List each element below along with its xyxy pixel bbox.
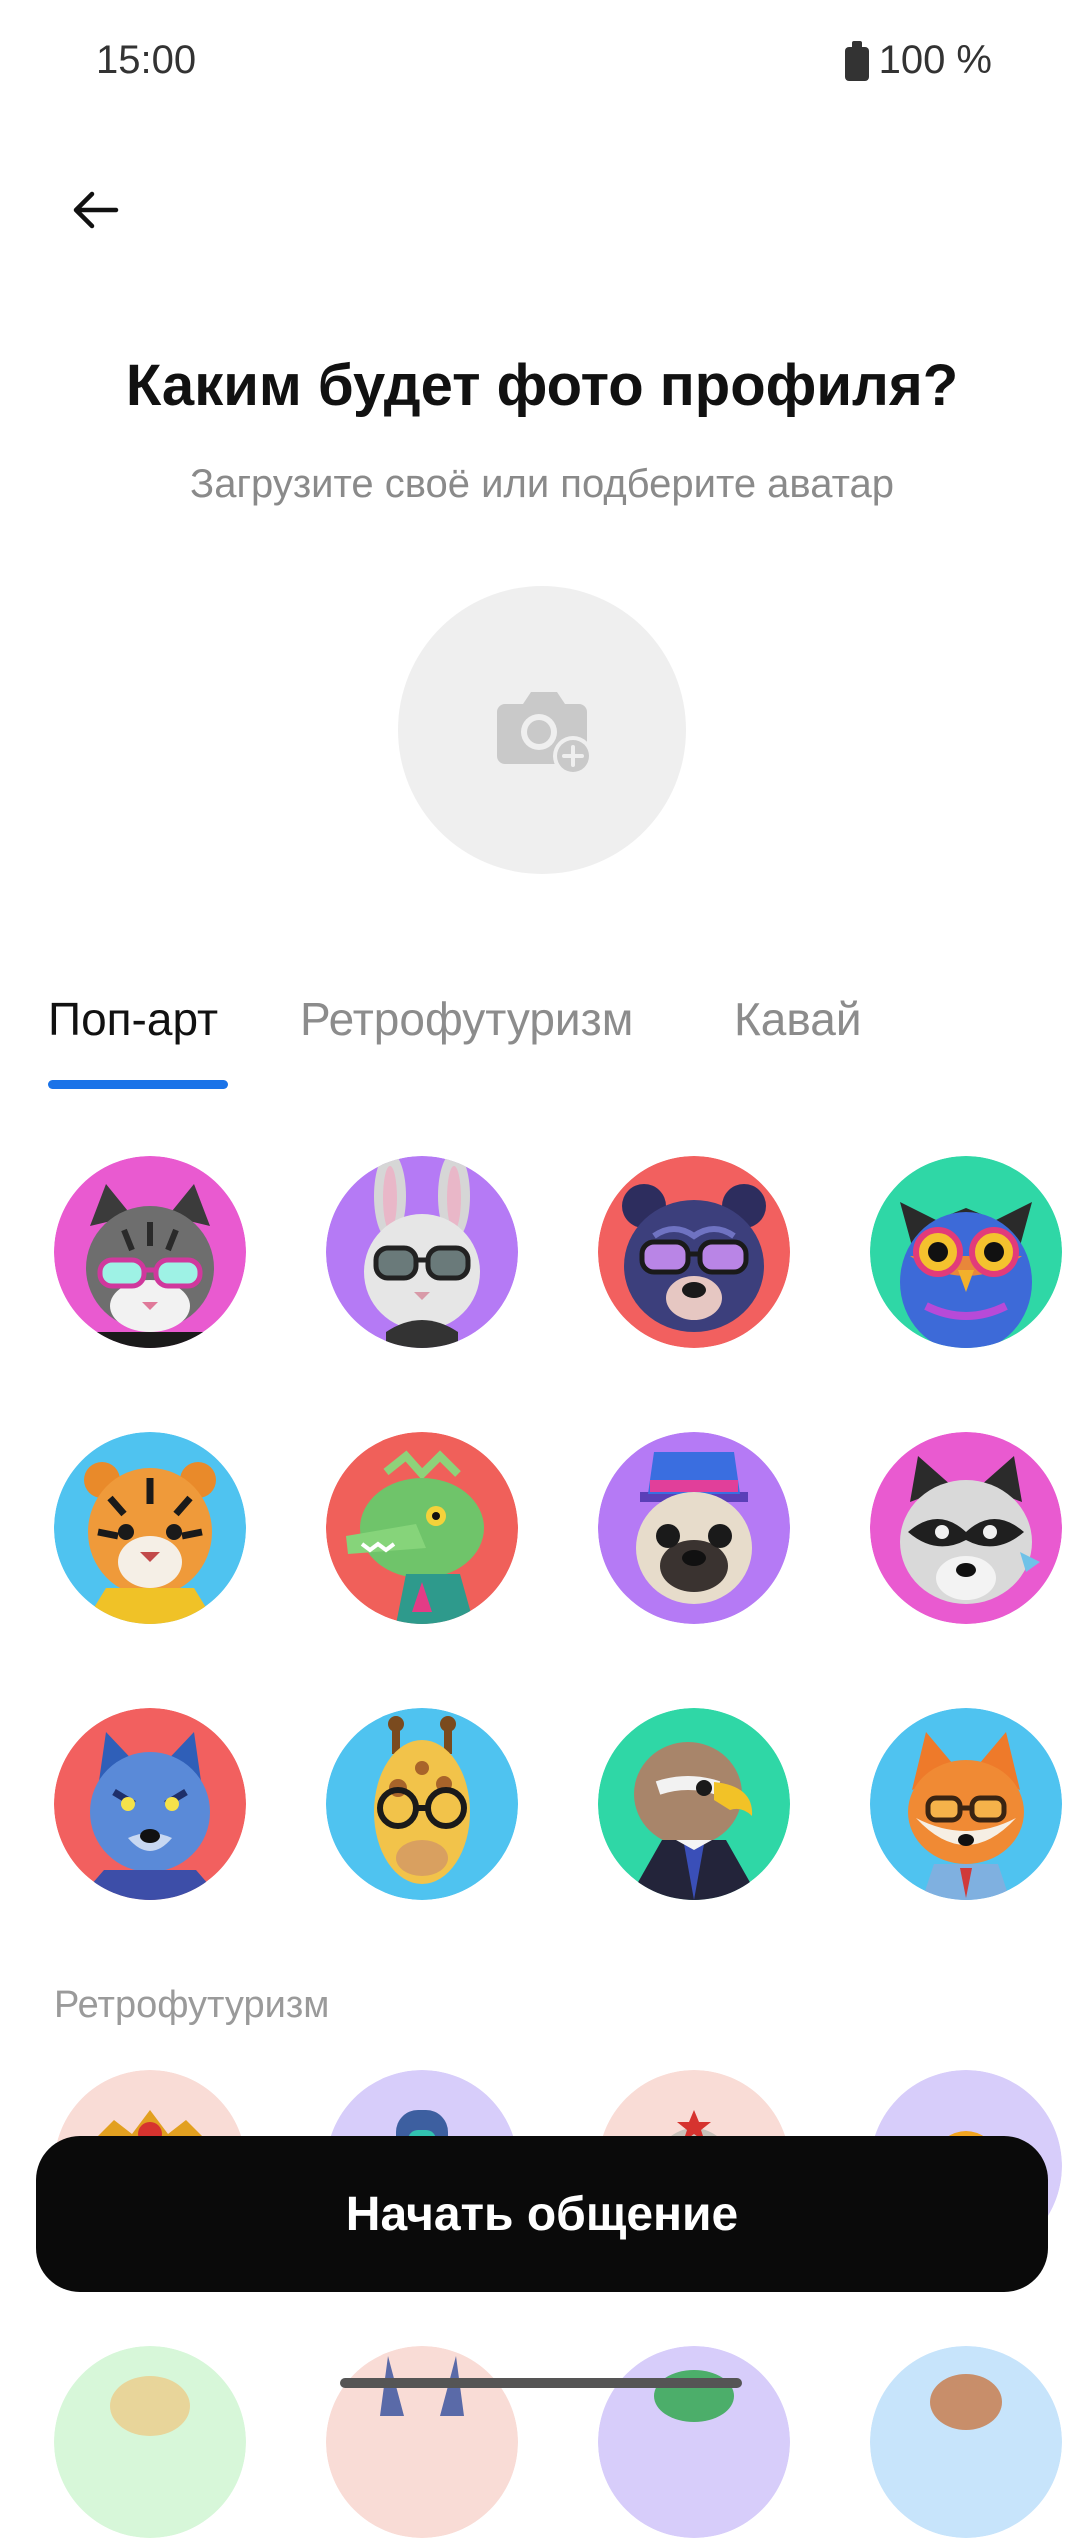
battery-icon <box>844 40 869 81</box>
avatar-retro-7[interactable] <box>598 2346 790 2538</box>
battery-level: 100 % <box>878 38 992 82</box>
section-retrofuturism-label: Ретрофутуризм <box>54 1984 330 2026</box>
active-tab-indicator <box>48 1080 228 1089</box>
arrow-left-icon <box>73 191 119 229</box>
avatar-retro-8[interactable] <box>870 2346 1062 2538</box>
back-button[interactable] <box>58 172 134 248</box>
tab-retrofuturism[interactable]: Ретрофутуризм <box>300 992 633 1046</box>
photo-upload-button[interactable] <box>398 586 686 874</box>
status-bar: 15:00 100 % <box>0 0 1084 130</box>
avatar-cat[interactable] <box>54 1156 246 1348</box>
avatar-eagle[interactable] <box>598 1708 790 1900</box>
avatar-retro-5[interactable] <box>54 2346 246 2538</box>
start-chat-button[interactable]: Начать общение <box>36 2136 1048 2292</box>
page-title: Каким будет фото профиля? <box>125 353 959 418</box>
home-indicator[interactable] <box>340 2378 742 2388</box>
avatar-owl[interactable] <box>870 1156 1062 1348</box>
tab-popart[interactable]: Поп-арт <box>48 992 218 1046</box>
avatar-pug[interactable] <box>598 1432 790 1624</box>
avatar-bear[interactable] <box>598 1156 790 1348</box>
avatar-retro-6[interactable] <box>326 2346 518 2538</box>
style-tabs: Поп-арт Ретрофутуризм Кавай <box>48 992 1048 1092</box>
status-time: 15:00 <box>96 38 197 82</box>
page-subtitle: Загрузите своё или подберите аватар <box>190 462 894 506</box>
avatar-rabbit[interactable] <box>326 1156 518 1348</box>
tab-kawaii[interactable]: Кавай <box>734 992 862 1046</box>
avatar-fox[interactable] <box>870 1708 1062 1900</box>
camera-add-icon <box>497 692 593 776</box>
avatar-raccoon[interactable] <box>870 1432 1062 1624</box>
status-right: 100 % <box>844 38 992 83</box>
avatar-tiger[interactable] <box>54 1432 246 1624</box>
avatar-dragon[interactable] <box>326 1432 518 1624</box>
avatar-giraffe[interactable] <box>326 1708 518 1900</box>
avatar-wolf[interactable] <box>54 1708 246 1900</box>
